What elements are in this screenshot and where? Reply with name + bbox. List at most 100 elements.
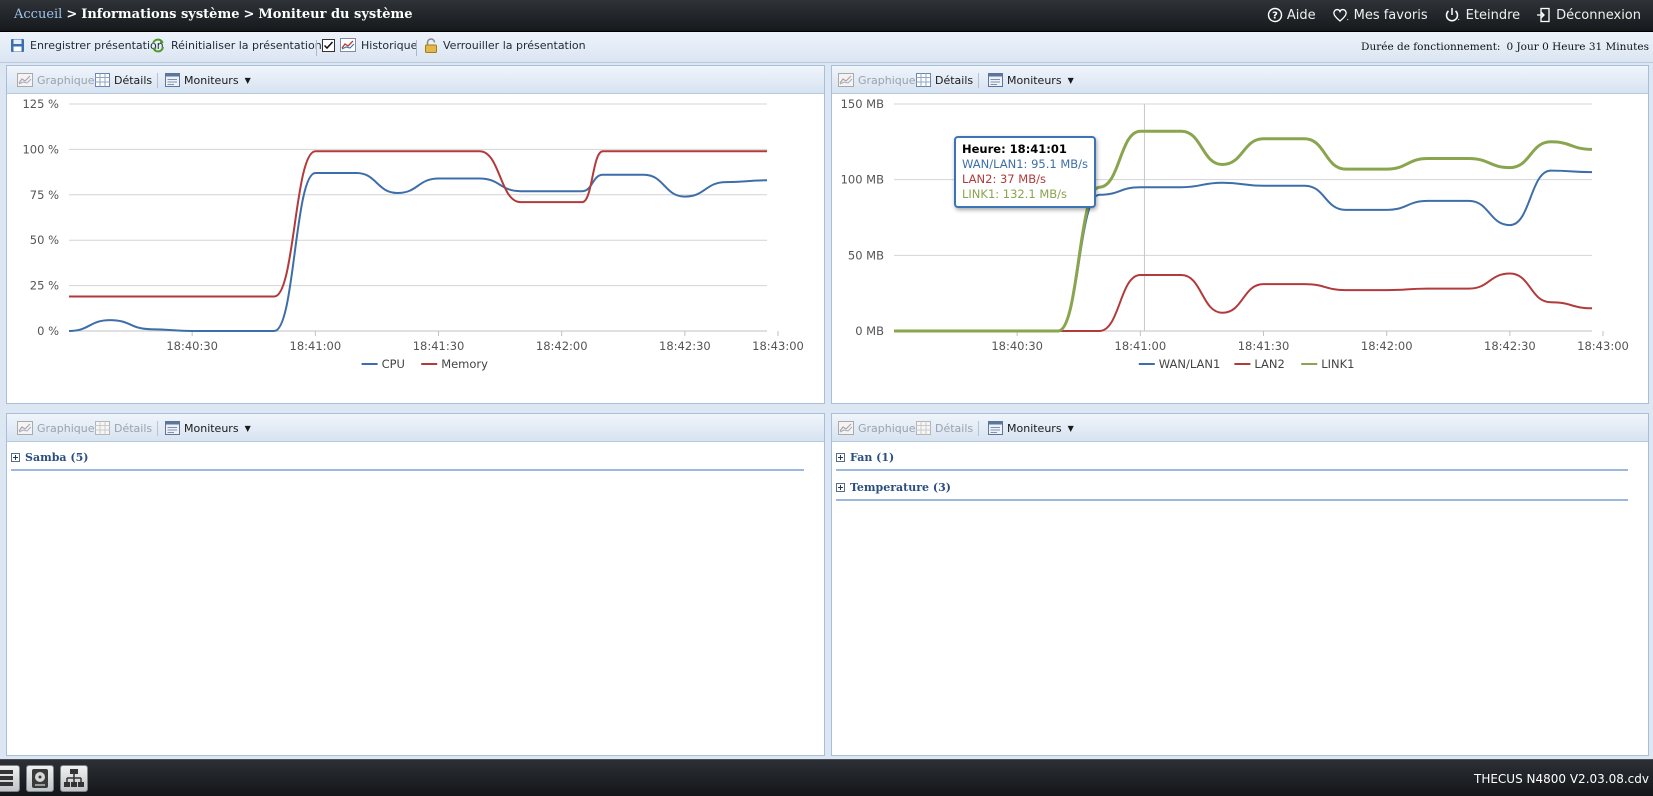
monitors-dropdown[interactable]: Moniteurs ▼	[988, 421, 1074, 435]
firmware-version: THECUS N4800 V2.03.08.cdv	[1473, 772, 1649, 786]
details-view-button: Détails	[95, 421, 152, 435]
monitor-list-icon	[988, 73, 1003, 87]
x-tick-label: 18:43:00	[752, 339, 804, 353]
graph-view-button: Graphique	[838, 421, 916, 435]
save-layout-button[interactable]: Enregistrer présentation	[10, 38, 164, 53]
help-icon: ?	[1267, 7, 1283, 23]
hardware-panel: Graphique Détails Moniteurs ▼ Fan (1) Tem…	[831, 413, 1649, 756]
monitor-list-icon	[165, 421, 180, 435]
monitors-dropdown[interactable]: Moniteurs ▼	[165, 421, 251, 435]
panel-toolbar: Graphique Détails Moniteurs ▼	[832, 66, 1648, 94]
network-panel: Graphique Détails Moniteurs ▼ 0 MB 50 MB 10…	[831, 65, 1649, 404]
expand-icon[interactable]	[11, 452, 20, 462]
expand-icon[interactable]	[836, 452, 845, 462]
top-bar: Accueil > Informations système > Moniteur du…	[0, 0, 1653, 32]
x-tick-label: 18:40:30	[166, 339, 218, 353]
y-tick-label: 100 MB	[841, 173, 885, 187]
lock-layout-label: Verrouiller la présentation	[443, 39, 586, 52]
table-grid-icon	[916, 421, 931, 435]
power-icon	[1445, 8, 1460, 22]
tree-node-label: Fan (1)	[850, 450, 895, 464]
legend-item-label: WAN/LAN1	[1159, 357, 1221, 371]
legend-item-label: CPU	[382, 357, 405, 371]
y-tick-label: 0 %	[37, 324, 59, 338]
floppy-disk-icon	[11, 39, 24, 52]
uptime-label: Durée de fonctionnement:	[1361, 41, 1501, 53]
tree-node-samba[interactable]: Samba (5)	[11, 445, 804, 471]
help-link[interactable]: ? Aide	[1267, 7, 1316, 23]
monitors-dropdown[interactable]: Moniteurs ▼	[988, 73, 1074, 87]
reset-layout-button[interactable]: Réinitialiser la présentation	[150, 38, 322, 53]
chevron-down-icon: ▼	[1067, 75, 1074, 85]
panel-toolbar: Graphique Détails Moniteurs ▼	[7, 66, 824, 94]
favorites-menu[interactable]: Mes favoris	[1332, 7, 1428, 23]
y-tick-label: 25 %	[30, 279, 59, 293]
x-tick-label: 18:42:00	[1361, 339, 1413, 353]
tree-node-fan[interactable]: Fan (1)	[836, 445, 1628, 471]
checkbox-checked-icon[interactable]	[322, 38, 335, 52]
uptime-value: 0 Jour 0 Heure 31 Minutes	[1506, 41, 1649, 53]
graph-view-button[interactable]: Graphique	[17, 73, 95, 87]
history-label: Historique	[361, 38, 418, 52]
breadcrumb-system-info[interactable]: Informations système	[81, 7, 239, 22]
tree-node-temperature[interactable]: Temperature (3)	[836, 475, 1628, 501]
table-grid-icon	[95, 421, 110, 435]
lock-layout-button[interactable]: Verrouiller la présentation	[424, 38, 586, 53]
logout-label: Déconnexion	[1556, 7, 1641, 23]
toolbar-divider	[416, 40, 417, 56]
x-tick-label: 18:40:30	[991, 339, 1043, 353]
network-taskbar-button[interactable]	[60, 765, 88, 792]
storage-taskbar-button[interactable]	[0, 765, 20, 792]
graph-view-label: Graphique	[858, 421, 916, 435]
legend-item-label: Memory	[441, 357, 488, 371]
legend-item-label: LINK1	[1321, 357, 1354, 371]
details-view-label: Détails	[935, 421, 974, 435]
tree-node-label: Samba (5)	[25, 450, 89, 464]
details-view-label: Détails	[935, 73, 974, 87]
logout-link[interactable]: Déconnexion	[1536, 7, 1641, 23]
svg-text:?: ?	[1272, 11, 1278, 22]
graph-view-button[interactable]: Graphique	[838, 73, 916, 87]
details-view-button[interactable]: Détails	[95, 73, 152, 87]
monitor-workspace: Graphique Détails Moniteurs ▼ 0 % 25 % 50 %…	[0, 63, 1653, 759]
x-tick-label: 18:41:30	[1238, 339, 1290, 353]
heart-icon	[1332, 8, 1349, 22]
chevron-down-icon: ▼	[1067, 423, 1074, 433]
graph-icon	[838, 421, 854, 435]
expand-icon[interactable]	[836, 482, 845, 492]
breadcrumb: Accueil > Informations système > Moniteur du…	[14, 7, 413, 22]
tooltip-lan2: LAN2: 37 MB/s	[962, 172, 1046, 186]
breadcrumb-home-link[interactable]: Accueil	[14, 7, 62, 22]
x-tick-label: 18:42:30	[1484, 339, 1536, 353]
panel-toolbar-divider	[157, 421, 158, 436]
breadcrumb-separator: >	[243, 7, 255, 22]
toolbar: Enregistrer présentation Réinitialiser l…	[0, 32, 1653, 63]
y-tick-label: 50 MB	[848, 248, 884, 262]
y-tick-label: 125 %	[22, 97, 59, 111]
legend-item-label: LAN2	[1254, 357, 1284, 371]
history-toggle[interactable]: Historique	[322, 38, 417, 52]
cpu-memory-chart: 0 % 25 % 50 % 75 % 100 % 125 % 18:40:30 18:41:0…	[22, 97, 804, 371]
breadcrumb-separator: >	[66, 7, 78, 22]
graph-icon	[838, 73, 854, 87]
history-chart-icon	[340, 38, 356, 52]
favorites-label: Mes favoris	[1353, 7, 1428, 23]
panel-toolbar-divider	[978, 421, 979, 436]
disk-taskbar-button[interactable]	[26, 765, 54, 792]
logout-icon	[1537, 7, 1550, 23]
breadcrumb-current-page: Moniteur du système	[258, 7, 413, 22]
samba-panel: Graphique Détails Moniteurs ▼ Samba (5)	[6, 413, 825, 756]
graph-view-label: Graphique	[37, 421, 95, 435]
monitors-dropdown[interactable]: Moniteurs ▼	[165, 73, 251, 87]
monitors-label: Moniteurs	[1007, 73, 1062, 87]
shutdown-label: Eteindre	[1465, 7, 1521, 23]
save-layout-label: Enregistrer présentation	[30, 39, 164, 52]
network-tree-icon	[64, 769, 84, 787]
details-view-button[interactable]: Détails	[916, 73, 973, 87]
tree-node-label: Temperature (3)	[850, 480, 951, 494]
graph-icon	[17, 421, 33, 435]
reset-layout-label: Réinitialiser la présentation	[171, 39, 322, 52]
y-tick-label: 100 %	[22, 142, 59, 156]
graph-view-label: Graphique	[37, 73, 95, 87]
shutdown-menu[interactable]: Eteindre	[1444, 7, 1520, 23]
